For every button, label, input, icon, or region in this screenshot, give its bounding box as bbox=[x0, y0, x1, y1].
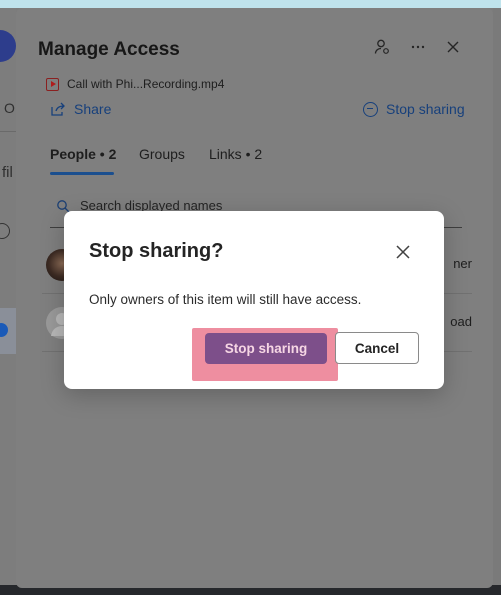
file-name: Call with Phi...Recording.mp4 bbox=[67, 77, 225, 91]
stop-sharing-button[interactable]: Stop sharing bbox=[205, 333, 327, 364]
person-settings-icon[interactable] bbox=[373, 38, 391, 56]
close-icon[interactable] bbox=[444, 38, 462, 56]
cancel-button[interactable]: Cancel bbox=[335, 332, 419, 364]
background-nav-button bbox=[0, 30, 16, 62]
background-heading: fil bbox=[2, 164, 13, 181]
stop-sharing-dialog: Stop sharing? Only owners of this item w… bbox=[64, 211, 444, 389]
background-radio bbox=[0, 223, 10, 239]
more-options-icon[interactable] bbox=[409, 38, 427, 56]
stop-sharing-link[interactable]: Stop sharing bbox=[363, 101, 465, 117]
tab-links[interactable]: Links • 2 bbox=[209, 146, 262, 162]
person-role[interactable]: ner bbox=[453, 256, 472, 271]
share-label: Share bbox=[74, 101, 112, 117]
stop-sharing-link-label: Stop sharing bbox=[386, 101, 465, 117]
panel-title: Manage Access bbox=[38, 39, 180, 60]
background-page-left: O fil bbox=[0, 8, 16, 595]
person-role[interactable]: oad bbox=[450, 314, 472, 329]
share-icon bbox=[51, 102, 65, 116]
minus-circle-icon bbox=[363, 101, 378, 117]
tab-people[interactable]: People • 2 bbox=[50, 146, 116, 162]
background-divider bbox=[0, 131, 16, 132]
active-tab-indicator bbox=[50, 172, 114, 175]
browser-top-bar bbox=[0, 0, 501, 8]
dialog-title: Stop sharing? bbox=[89, 240, 224, 262]
screen: O fil Manage Access Call with Phi...Reco… bbox=[0, 0, 501, 595]
share-button[interactable]: Share bbox=[50, 101, 111, 117]
tab-groups[interactable]: Groups bbox=[139, 146, 185, 162]
file-row: Call with Phi...Recording.mp4 bbox=[46, 77, 224, 91]
dialog-close-icon[interactable] bbox=[393, 242, 413, 262]
background-page-right bbox=[493, 8, 501, 595]
search-icon bbox=[57, 199, 70, 212]
video-file-icon bbox=[46, 77, 59, 91]
background-text: O bbox=[4, 100, 15, 116]
dialog-message: Only owners of this item will still have… bbox=[89, 292, 362, 307]
